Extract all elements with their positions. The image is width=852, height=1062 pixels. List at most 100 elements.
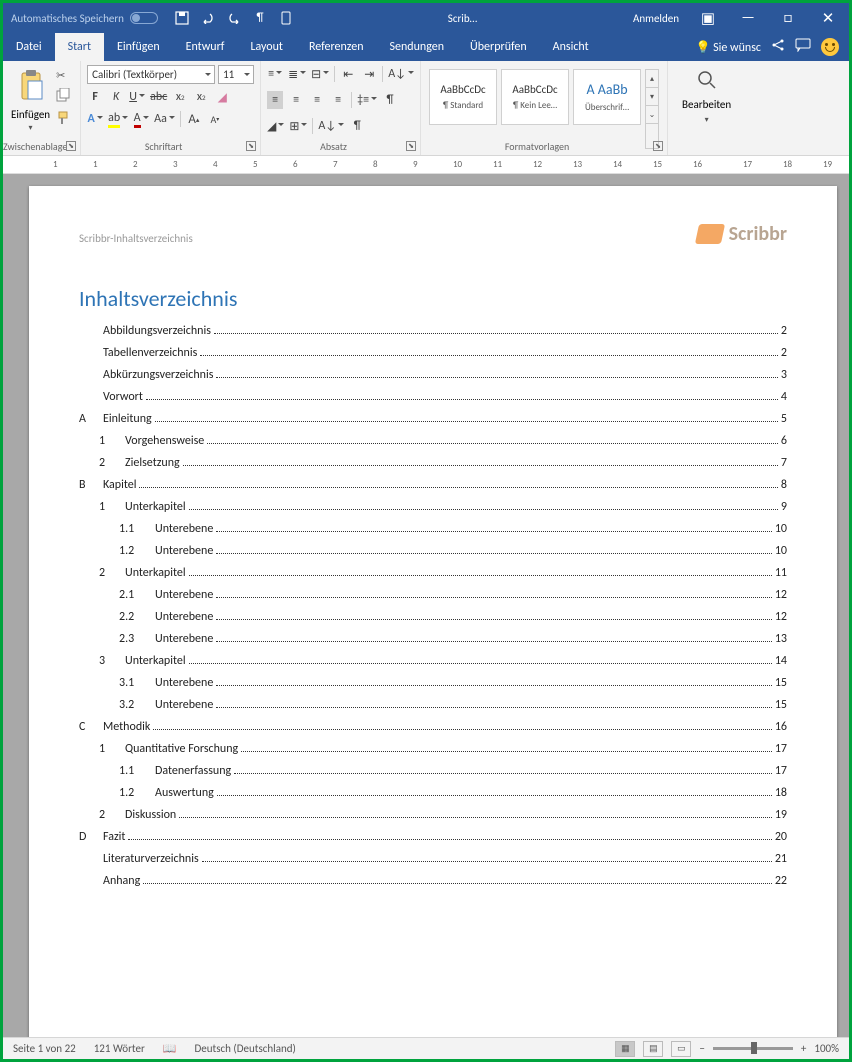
increase-indent-icon[interactable]: ⇥: [361, 65, 377, 83]
view-print-icon[interactable]: ▤: [643, 1041, 663, 1057]
editing-label[interactable]: Bearbeiten: [682, 98, 731, 111]
show-marks-icon[interactable]: ¶: [382, 91, 398, 109]
toc-entry[interactable]: Anhang 22: [79, 874, 787, 888]
toc-entry[interactable]: Abkürzungsverzeichnis 3: [79, 368, 787, 382]
toc-entry[interactable]: Abbildungsverzeichnis 2: [79, 324, 787, 338]
clear-format-icon[interactable]: ◢: [214, 88, 230, 106]
align-right-icon[interactable]: ≡: [309, 91, 325, 109]
sort-az-icon[interactable]: A↓: [318, 117, 344, 135]
tab-überprüfen[interactable]: Überprüfen: [457, 33, 540, 61]
style-heading1[interactable]: A AaBbÜberschrif…: [573, 69, 641, 125]
underline-button[interactable]: U: [129, 88, 145, 106]
multilevel-icon[interactable]: ⊟: [311, 65, 329, 83]
toc-entry[interactable]: 2.1Unterebene 12: [79, 588, 787, 602]
zoom-out-icon[interactable]: −: [699, 1042, 704, 1055]
maximize-icon[interactable]: □: [777, 7, 799, 29]
subscript-button[interactable]: x2: [172, 88, 188, 106]
justify-icon[interactable]: ≡: [330, 91, 346, 109]
horizontal-ruler[interactable]: 112345678910111213141516171819: [3, 156, 849, 174]
font-size-select[interactable]: 11: [218, 65, 254, 84]
view-read-icon[interactable]: ▦: [615, 1041, 635, 1057]
toc-entry[interactable]: 2.3Unterebene 13: [79, 632, 787, 646]
toggle-switch-icon[interactable]: [130, 12, 158, 24]
comments-icon[interactable]: [795, 38, 811, 56]
signin-link[interactable]: Anmelden: [633, 12, 679, 25]
tab-sendungen[interactable]: Sendungen: [377, 33, 458, 61]
toc-entry[interactable]: 1.1Unterebene 10: [79, 522, 787, 536]
tab-ansicht[interactable]: Ansicht: [540, 33, 602, 61]
paste-icon[interactable]: [16, 69, 46, 106]
bullets-icon[interactable]: ≡: [267, 65, 283, 83]
share-icon[interactable]: [771, 38, 785, 56]
word-count[interactable]: 121 Wörter: [94, 1042, 145, 1055]
change-case-button[interactable]: Aa: [154, 110, 175, 128]
tab-datei[interactable]: Datei: [3, 33, 55, 61]
toc-entry[interactable]: 3Unterkapitel 14: [79, 654, 787, 668]
toc-entry[interactable]: Tabellenverzeichnis 2: [79, 346, 787, 360]
toc-entry[interactable]: BKapitel 8: [79, 478, 787, 492]
tab-referenzen[interactable]: Referenzen: [296, 33, 377, 61]
tab-einfügen[interactable]: Einfügen: [104, 33, 173, 61]
text-effects-icon[interactable]: A: [87, 110, 103, 128]
font-launcher-icon[interactable]: ⬊: [246, 141, 256, 151]
save-icon[interactable]: [174, 9, 190, 27]
ribbon-display-icon[interactable]: ▣: [697, 7, 719, 29]
style-no-spacing[interactable]: AaBbCcDc¶ Kein Lee…: [501, 69, 569, 125]
undo-icon[interactable]: [200, 9, 216, 27]
minimize-icon[interactable]: —: [737, 7, 759, 29]
superscript-button[interactable]: x2: [193, 88, 209, 106]
toc-entry[interactable]: 1.2Auswertung 18: [79, 786, 787, 800]
styles-launcher-icon[interactable]: ⬊: [653, 141, 663, 151]
paragraph-launcher-icon[interactable]: ⬊: [406, 141, 416, 151]
document-area[interactable]: Scribbr-Inhaltsverzeichnis Scribbr Inhal…: [3, 174, 849, 1037]
numbering-icon[interactable]: ≣: [288, 65, 306, 83]
cut-icon[interactable]: ✂: [56, 69, 70, 82]
zoom-slider[interactable]: [713, 1047, 793, 1050]
pilcrow2-icon[interactable]: ¶: [349, 117, 365, 135]
toc-entry[interactable]: 1.2Unterebene 10: [79, 544, 787, 558]
clipboard-launcher-icon[interactable]: ⬊: [66, 141, 76, 151]
toc-entry[interactable]: 1Unterkapitel 9: [79, 500, 787, 514]
borders-icon[interactable]: ⊞: [289, 117, 307, 135]
grow-font-icon[interactable]: A▴: [186, 110, 202, 128]
tab-entwurf[interactable]: Entwurf: [173, 33, 238, 61]
styles-scroll[interactable]: ▴▾⌄: [645, 69, 659, 149]
autosave-toggle[interactable]: Automatisches Speichern: [3, 12, 166, 25]
shrink-font-icon[interactable]: A▾: [207, 110, 223, 128]
align-center-icon[interactable]: ≡: [288, 91, 304, 109]
font-name-select[interactable]: Calibri (Textkörper): [87, 65, 215, 84]
highlight-icon[interactable]: ab: [108, 110, 128, 128]
bold-button[interactable]: F: [87, 88, 103, 106]
feedback-smiley-icon[interactable]: [821, 38, 839, 56]
style-standard[interactable]: AaBbCcDc¶ Standard: [429, 69, 497, 125]
align-left-icon[interactable]: ≡: [267, 91, 283, 109]
copy-icon[interactable]: [56, 88, 70, 105]
zoom-level[interactable]: 100%: [814, 1042, 839, 1055]
toc-entry[interactable]: 2Unterkapitel 11: [79, 566, 787, 580]
tab-start[interactable]: Start: [55, 33, 104, 61]
toc-entry[interactable]: Vorwort 4: [79, 390, 787, 404]
line-spacing-icon[interactable]: ‡≡: [357, 91, 377, 109]
find-icon[interactable]: [696, 69, 718, 94]
view-web-icon[interactable]: ▭: [671, 1041, 691, 1057]
strikethrough-button[interactable]: abc: [150, 88, 167, 106]
pilcrow-icon[interactable]: ¶: [252, 9, 268, 27]
redo-icon[interactable]: [226, 9, 242, 27]
shading-icon[interactable]: ◢: [267, 117, 284, 135]
tell-me[interactable]: 💡 Sie wünsc: [695, 40, 761, 55]
toc-entry[interactable]: 1Quantitative Forschung 17: [79, 742, 787, 756]
toc-entry[interactable]: 3.1Unterebene 15: [79, 676, 787, 690]
language[interactable]: Deutsch (Deutschland): [194, 1042, 295, 1055]
format-painter-icon[interactable]: [56, 111, 70, 128]
page[interactable]: Scribbr-Inhaltsverzeichnis Scribbr Inhal…: [29, 186, 837, 1037]
toc-entry[interactable]: DFazit 20: [79, 830, 787, 844]
close-icon[interactable]: ✕: [817, 7, 839, 29]
toc-entry[interactable]: 2.2Unterebene 12: [79, 610, 787, 624]
proofing-icon[interactable]: 📖: [163, 1042, 177, 1055]
decrease-indent-icon[interactable]: ⇤: [340, 65, 356, 83]
toc-entry[interactable]: CMethodik 16: [79, 720, 787, 734]
toc-entry[interactable]: 3.2Unterebene 15: [79, 698, 787, 712]
italic-button[interactable]: K: [108, 88, 124, 106]
toc-entry[interactable]: 1Vorgehensweise 6: [79, 434, 787, 448]
page-count[interactable]: Seite 1 von 22: [13, 1042, 76, 1055]
